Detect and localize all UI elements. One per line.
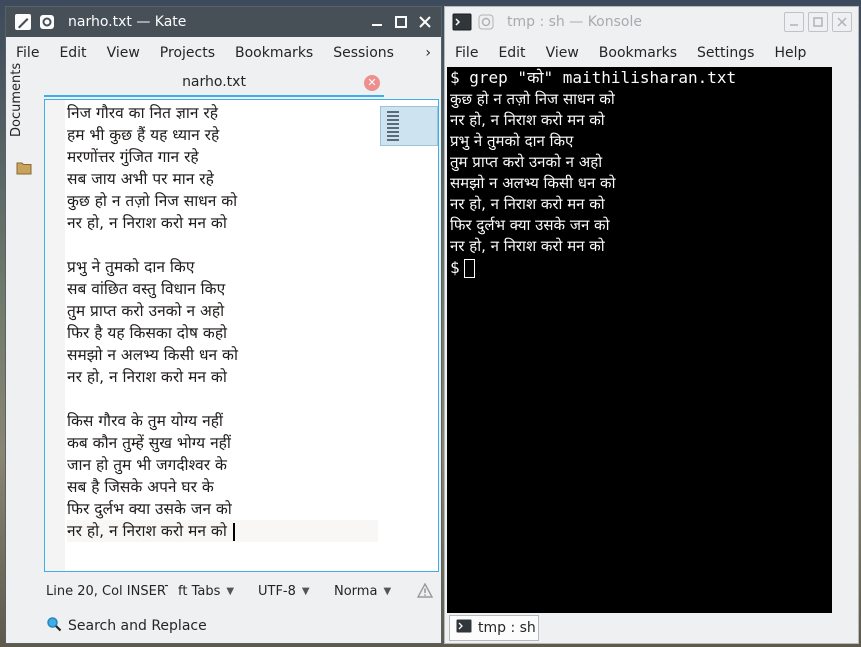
konsole-menubar: File Edit View Bookmarks Settings Help [445, 38, 858, 68]
folder-icon [16, 161, 32, 175]
terminal-output-line: नर हो, न निराश करो मन को [450, 237, 605, 255]
pin-icon[interactable] [36, 11, 58, 33]
kate-titlebar[interactable]: narho.txt — Kate [6, 7, 441, 37]
chevron-down-icon: ▼ [301, 585, 310, 597]
warning-icon[interactable] [416, 582, 434, 599]
terminal-output-line: फिर दुर्लभ क्या उसके जन को [450, 216, 610, 234]
editor-line: सब जाय अभी पर मान रहे [67, 170, 214, 188]
terminal-output-line: प्रभु ने तुमको दान किए [450, 132, 574, 150]
close-tab-icon[interactable]: ✕ [364, 75, 380, 91]
indentation-value: ft Tabs [178, 583, 221, 599]
menu-view[interactable]: View [97, 45, 150, 61]
text-cursor [232, 522, 235, 541]
maximize-button[interactable] [391, 12, 411, 32]
editor-line: सब वांछित वस्तु विधान किए [67, 280, 226, 298]
minimize-button[interactable] [367, 12, 387, 32]
konsole-window: tmp : sh — Konsole File Edit View Bookma… [444, 6, 859, 644]
pin-icon[interactable] [475, 11, 497, 33]
terminal-output-line: नर हो, न निराश करो मन को [450, 111, 605, 129]
kate-app-icon[interactable] [12, 11, 34, 33]
chevron-down-icon: ▼ [226, 585, 235, 597]
editor-line: हम भी कुछ हैं यह ध्यान रहे [67, 126, 220, 144]
terminal-output-line: तुम प्राप्त करो उनको न अहो [450, 153, 603, 171]
menu-settings[interactable]: Settings [687, 45, 764, 61]
terminal-icon [456, 619, 472, 637]
editor-line: मरणोंत्तर गुंजित गान रहे [67, 148, 199, 166]
documents-tab-label[interactable]: Documents [9, 57, 24, 137]
search-and-replace-button[interactable]: Search and Replace [46, 613, 207, 639]
terminal-scrollbar[interactable] [834, 67, 856, 613]
editor-line: फिर दुर्लभ क्या उसके जन को [67, 500, 232, 518]
editor-line: प्रभु ने तुमको दान किए [67, 258, 195, 276]
editor-current-line: नर हो, न निराश करो मन को [67, 520, 378, 542]
editor-line-text: नर हो, न निराश करो मन को [67, 522, 227, 540]
editor-line: तुम प्राप्त करो उनको न अहो [67, 302, 225, 320]
konsole-titlebar[interactable]: tmp : sh — Konsole [445, 7, 858, 37]
menu-edit[interactable]: Edit [488, 45, 535, 61]
kate-window: narho.txt — Kate File Edit View Projects… [5, 6, 442, 644]
editor-line: किस गौरव के तुम योग्य नहीं [67, 412, 223, 430]
editor-line: फिर है यह किसका दोष कहो [67, 324, 228, 342]
editor-line: समझो न अलभ्य किसी धन को [67, 346, 238, 364]
editor-text-area[interactable]: निज गौरव का नित ज्ञान रहे हम भी कुछ हैं … [67, 102, 378, 542]
menu-bookmarks[interactable]: Bookmarks [589, 45, 687, 61]
editor-line: सब है जिसके अपने घर के [67, 478, 214, 496]
search-icon [46, 616, 62, 636]
search-and-replace-label: Search and Replace [68, 618, 207, 634]
editor-line: जान हो तुम भी जगदीश्वर के [67, 456, 227, 474]
terminal-command-line: $ grep "को" maithilisharan.txt [450, 68, 737, 87]
indentation-dropdown[interactable]: ft Tabs ▼ [178, 584, 256, 599]
maximize-button[interactable] [808, 12, 828, 32]
terminal-area[interactable]: $ grep "को" maithilisharan.txt कुछ हो न … [447, 67, 832, 613]
documents-side-panel[interactable]: Documents [6, 63, 42, 599]
chevron-down-icon: ▼ [383, 585, 392, 597]
minimize-button[interactable] [784, 12, 804, 32]
minimap-preview [387, 111, 399, 141]
menu-overflow-button[interactable]: › [415, 45, 441, 61]
mode-dropdown[interactable]: Norma ▼ [334, 584, 406, 599]
terminal-output-line: कुछ हो न तज़ो निज साधन को [450, 90, 615, 108]
tab-narho-txt[interactable]: narho.txt ✕ [44, 69, 384, 97]
konsole-window-title: tmp : sh — Konsole [507, 14, 642, 30]
terminal-cursor [463, 259, 475, 278]
cursor-position-status[interactable]: Line 20, Col INSERT [42, 584, 168, 599]
terminal-output-line: समझो न अलभ्य किसी धन को [450, 174, 616, 192]
menu-view[interactable]: View [536, 45, 589, 61]
encoding-dropdown[interactable]: UTF-8 ▼ [258, 584, 330, 599]
menu-help[interactable]: Help [764, 45, 816, 61]
close-button[interactable] [415, 12, 435, 32]
minimap[interactable] [380, 106, 438, 146]
editor-line: नर हो, न निराश करो मन को [67, 368, 227, 386]
kate-window-title: narho.txt — Kate [68, 14, 187, 30]
konsole-app-icon[interactable] [451, 11, 473, 33]
menu-file[interactable]: File [445, 45, 488, 61]
terminal-output-line: नर हो, न निराश करो मन को [450, 195, 605, 213]
terminal-prompt-line: $ [450, 257, 832, 279]
editor-gutter [45, 100, 65, 571]
session-tab-label: tmp : sh [478, 620, 536, 636]
encoding-value: UTF-8 [258, 583, 296, 599]
editor-line: नर हो, न निराश करो मन को [67, 214, 227, 232]
menu-edit[interactable]: Edit [49, 45, 96, 61]
menu-sessions[interactable]: Sessions [323, 45, 404, 61]
terminal-prompt: $ [450, 258, 460, 277]
menu-bookmarks[interactable]: Bookmarks [225, 45, 323, 61]
tab-label: narho.txt [182, 74, 246, 90]
konsole-session-tab[interactable]: tmp : sh [449, 615, 539, 641]
mode-value: Norma [334, 583, 378, 599]
menu-projects[interactable]: Projects [150, 45, 225, 61]
kate-statusbar: Line 20, Col INSERT ft Tabs ▼ UTF-8 ▼ No… [42, 577, 441, 605]
text-editor[interactable]: निज गौरव का नित ज्ञान रहे हम भी कुछ हैं … [44, 99, 439, 572]
editor-line: निज गौरव का नित ज्ञान रहे [67, 104, 218, 122]
close-button[interactable] [832, 12, 852, 32]
editor-line: कब कौन तुम्हें सुख भोग्य नहीं [67, 434, 231, 452]
kate-menubar: File Edit View Projects Bookmarks Sessio… [6, 38, 441, 68]
editor-line: कुछ हो न तज़ो निज साधन को [67, 192, 238, 210]
